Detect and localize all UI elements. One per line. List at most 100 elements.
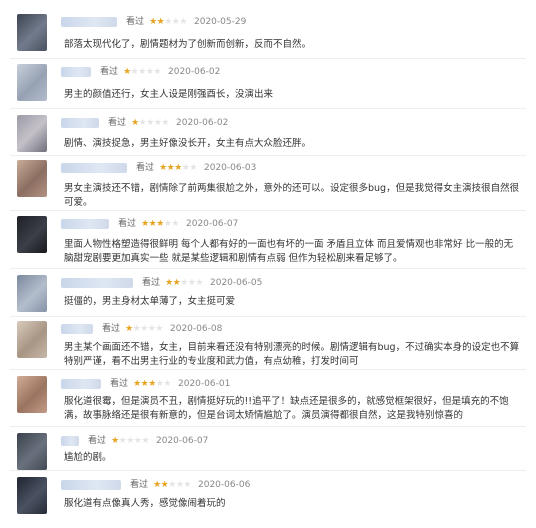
divider xyxy=(10,155,526,156)
avatar[interactable] xyxy=(17,14,47,51)
star-rating: ★★★★★ xyxy=(131,116,169,130)
review-text: 男主的颜值还行，女主人设是刚强酉长，没演出来 xyxy=(64,89,274,100)
divider xyxy=(10,268,526,269)
divider xyxy=(10,426,526,427)
review-date: 2020-06-08 xyxy=(170,324,223,334)
star-rating: ★★★★★ xyxy=(165,276,203,290)
star-rating: ★★★★★ xyxy=(141,217,179,231)
review-date: 2020-06-07 xyxy=(186,219,239,229)
username[interactable] xyxy=(61,17,117,27)
avatar[interactable] xyxy=(17,275,47,312)
username[interactable] xyxy=(61,67,91,77)
star-icon: ★ xyxy=(195,278,203,288)
star-icon: ★ xyxy=(174,163,182,173)
username[interactable] xyxy=(61,480,121,490)
review-text: 剧情、演技捉急，男主好像没长开，女主有点大众脸还胖。 xyxy=(64,138,312,149)
star-rating: ★★★★★ xyxy=(125,322,163,336)
review-date: 2020-06-05 xyxy=(210,278,263,288)
avatar[interactable] xyxy=(17,160,47,197)
review-text: 里面人物性格塑造得很鲜明 每个人都有好的一面也有坏的一面 矛盾且立体 而且爱情观… xyxy=(64,239,514,264)
review-text: 尴尬的剧。 xyxy=(64,452,112,463)
avatar[interactable] xyxy=(17,376,47,413)
star-rating: ★★★★★ xyxy=(111,434,149,448)
review-date: 2020-06-02 xyxy=(168,67,221,77)
star-icon: ★ xyxy=(133,379,141,389)
seen-label: 看过 xyxy=(88,436,107,446)
divider xyxy=(10,316,526,317)
username[interactable] xyxy=(61,379,101,389)
star-icon: ★ xyxy=(165,278,173,288)
star-rating: ★★★★★ xyxy=(149,15,187,29)
seen-label: 看过 xyxy=(136,163,155,173)
divider xyxy=(10,470,526,471)
review-text: 服化道很霉，但是演员不丑，剧情挺好玩的!!追平了！缺点还是很多的，就感觉框架很好… xyxy=(64,396,509,421)
star-icon: ★ xyxy=(146,118,154,128)
avatar[interactable] xyxy=(17,477,47,514)
divider xyxy=(10,58,526,59)
star-icon: ★ xyxy=(148,379,156,389)
star-icon: ★ xyxy=(155,324,163,334)
star-icon: ★ xyxy=(149,17,157,27)
review-date: 2020-06-06 xyxy=(198,480,251,490)
username[interactable] xyxy=(61,324,93,334)
star-icon: ★ xyxy=(126,436,134,446)
review-text: 服化道有点像真人秀，感觉像闹着玩的 xyxy=(64,498,226,509)
divider xyxy=(10,210,526,211)
review-date: 2020-06-02 xyxy=(176,118,229,128)
star-icon: ★ xyxy=(161,118,169,128)
seen-label: 看过 xyxy=(102,324,121,334)
star-icon: ★ xyxy=(153,67,161,77)
avatar[interactable] xyxy=(17,216,47,253)
seen-label: 看过 xyxy=(130,480,149,490)
avatar[interactable] xyxy=(17,115,47,152)
star-rating: ★★★★★ xyxy=(153,478,191,492)
avatar[interactable] xyxy=(17,321,47,358)
star-icon: ★ xyxy=(159,163,167,173)
avatar[interactable] xyxy=(17,433,47,470)
star-icon: ★ xyxy=(123,67,131,77)
seen-label: 看过 xyxy=(100,67,119,77)
star-icon: ★ xyxy=(140,324,148,334)
star-rating: ★★★★★ xyxy=(159,161,197,175)
seen-label: 看过 xyxy=(118,219,137,229)
review-text: 挺僵的，男主身材太单薄了，女主挺可爱 xyxy=(64,296,236,307)
review-date: 2020-06-03 xyxy=(204,163,257,173)
review-text: 男主某个画面还不错，女主，目前来看还没有特别漂亮的时候。剧情逻辑有bug，不过确… xyxy=(64,342,520,367)
username[interactable] xyxy=(61,436,79,446)
star-rating: ★★★★★ xyxy=(123,65,161,79)
star-icon: ★ xyxy=(125,324,133,334)
seen-label: 看过 xyxy=(108,118,127,128)
star-icon: ★ xyxy=(189,163,197,173)
star-icon: ★ xyxy=(180,278,188,288)
star-icon: ★ xyxy=(183,480,191,490)
star-icon: ★ xyxy=(163,379,171,389)
star-icon: ★ xyxy=(141,219,149,229)
username[interactable] xyxy=(61,163,127,173)
seen-label: 看过 xyxy=(126,17,145,27)
short-review-list: 看过 ★ ★ ★ ★ ★ 2020-05-29 部落太现代化了，剧情题材为了创新而创新，… xyxy=(0,0,536,528)
username[interactable] xyxy=(61,278,133,288)
avatar[interactable] xyxy=(17,64,47,101)
star-icon: ★ xyxy=(156,219,164,229)
star-icon: ★ xyxy=(138,67,146,77)
star-icon: ★ xyxy=(131,118,139,128)
star-icon: ★ xyxy=(164,17,172,27)
star-icon: ★ xyxy=(153,480,161,490)
seen-label: 看过 xyxy=(110,379,129,389)
review-date: 2020-06-07 xyxy=(156,436,209,446)
review-text: 部落太现代化了，剧情题材为了创新而创新，反而不自然。 xyxy=(64,39,312,50)
username[interactable] xyxy=(61,219,109,229)
review-date: 2020-06-01 xyxy=(178,379,231,389)
star-icon: ★ xyxy=(171,219,179,229)
star-icon: ★ xyxy=(168,480,176,490)
star-icon: ★ xyxy=(111,436,119,446)
review-date: 2020-05-29 xyxy=(194,17,247,27)
star-icon: ★ xyxy=(141,436,149,446)
divider xyxy=(10,108,526,109)
review-text: 男女主演技还不错，剧情除了前两集很尬之外，意外的还可以。设定很多bug，但是我觉… xyxy=(64,183,520,208)
divider xyxy=(10,369,526,370)
star-rating: ★★★★★ xyxy=(133,377,171,391)
username[interactable] xyxy=(61,118,99,128)
seen-label: 看过 xyxy=(142,278,161,288)
star-icon: ★ xyxy=(179,17,187,27)
